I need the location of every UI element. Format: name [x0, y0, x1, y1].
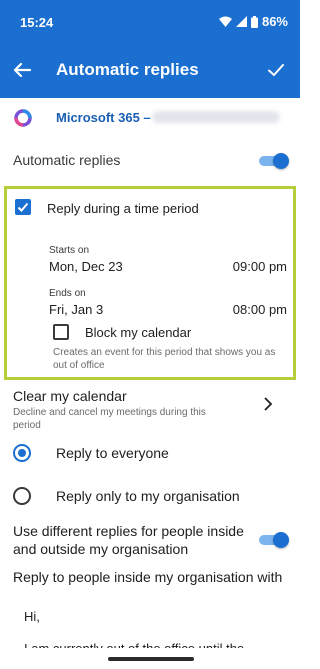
account-row: Microsoft 365 –: [0, 98, 300, 138]
microsoft-365-logo-icon: [14, 109, 32, 127]
reply-everyone-label[interactable]: Reply to everyone: [56, 445, 169, 461]
status-bar: 15:24 86%: [0, 0, 300, 42]
clear-calendar-title: Clear my calendar: [13, 388, 127, 404]
battery-icon: [250, 15, 258, 28]
reply-organisation-label[interactable]: Reply only to my organisation: [56, 488, 240, 504]
time-period-section: Reply during a time period Starts on Mon…: [4, 186, 296, 380]
block-calendar-checkbox[interactable]: [53, 324, 69, 340]
starts-on-label: Starts on: [49, 245, 90, 256]
status-time: 15:24: [20, 15, 54, 30]
account-name: Microsoft 365 –: [56, 110, 151, 125]
inside-replies-label: Reply to people inside my organisation w…: [13, 569, 283, 585]
page-title: Automatic replies: [56, 60, 199, 79]
back-arrow-icon[interactable]: [10, 58, 34, 82]
clear-calendar-description: Decline and cancel my meetings during th…: [13, 407, 206, 431]
automatic-replies-label: Automatic replies: [13, 152, 121, 168]
block-calendar-label: Block my calendar: [85, 325, 192, 340]
toggle-thumb: [273, 153, 289, 169]
message-greeting[interactable]: Hi,: [24, 609, 40, 624]
navigation-bar: [0, 648, 300, 669]
reply-everyone-radio[interactable]: [13, 444, 31, 462]
battery-percent: 86%: [261, 14, 288, 29]
end-date[interactable]: Fri, Jan 3: [49, 302, 103, 317]
reply-organisation-radio[interactable]: [13, 487, 31, 505]
time-period-label: Reply during a time period: [47, 201, 199, 216]
clear-calendar-row[interactable]: Clear my calendar Decline and cancel my …: [0, 384, 300, 434]
start-time[interactable]: 09:00 pm: [233, 259, 287, 274]
account-email-redacted: [152, 111, 280, 123]
different-replies-toggle[interactable]: [259, 532, 289, 548]
save-check-icon[interactable]: [264, 58, 288, 82]
chevron-right-icon: [264, 397, 273, 411]
start-date[interactable]: Mon, Dec 23: [49, 259, 123, 274]
block-calendar-description: Creates an event for this period that sh…: [53, 347, 276, 371]
home-gesture-handle[interactable]: [108, 657, 194, 661]
toggle-thumb: [273, 532, 289, 548]
ends-on-label: Ends on: [49, 288, 86, 299]
time-period-checkbox[interactable]: [15, 199, 31, 215]
automatic-replies-row: Automatic replies: [0, 144, 300, 178]
end-time[interactable]: 08:00 pm: [233, 302, 287, 317]
automatic-replies-toggle[interactable]: [259, 153, 289, 169]
signal-icon: [235, 16, 247, 27]
app-bar: Automatic replies: [0, 42, 300, 98]
different-replies-label: Use different replies for people inside …: [13, 523, 244, 557]
wifi-icon: [218, 16, 232, 27]
status-icons: 86%: [218, 14, 288, 29]
checkmark-icon: [17, 202, 29, 212]
